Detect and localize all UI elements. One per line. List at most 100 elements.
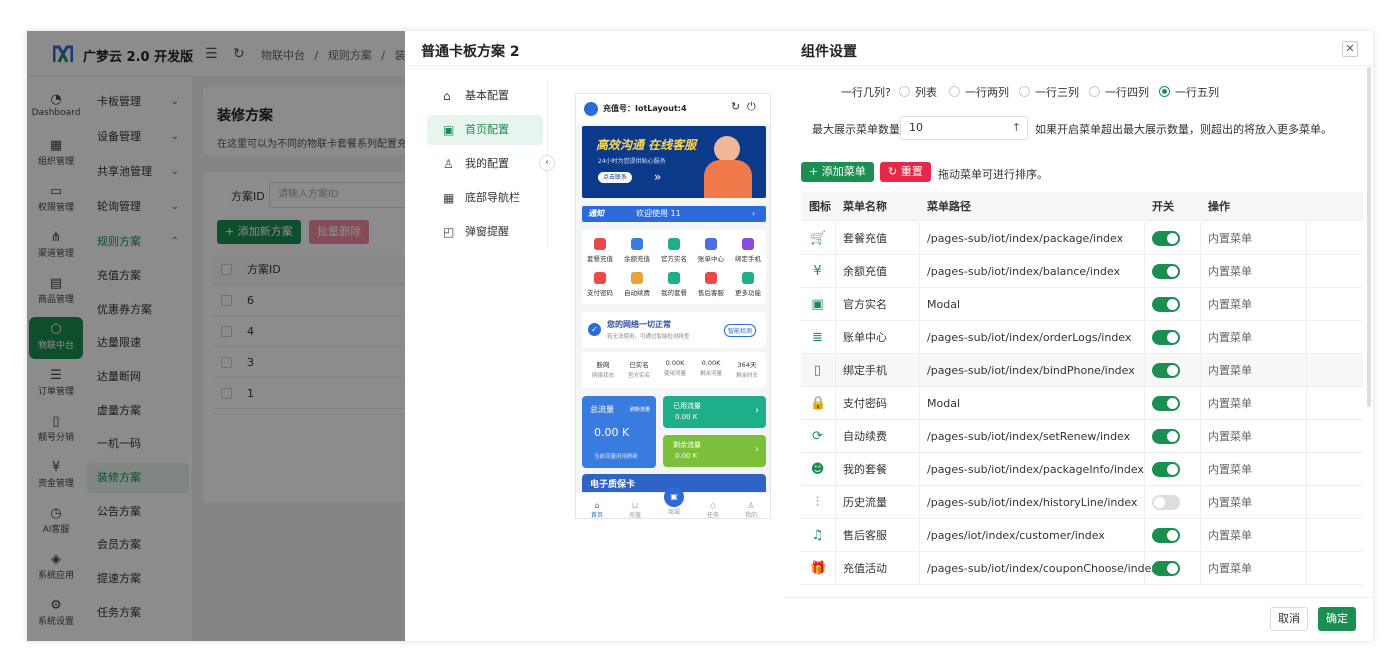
power-icon[interactable]: ⏻	[747, 100, 756, 114]
reset-icon: ↻	[888, 165, 901, 178]
banner-button[interactable]: 点击联系	[598, 172, 633, 183]
grid-label: 我的套餐	[661, 289, 687, 297]
total-flow-card[interactable]: 总流量 刷新流量 0.00 K 当前流量用用刷新	[582, 396, 656, 468]
smart-check-button[interactable]: 智能检测	[724, 324, 757, 337]
chevron-right-icon: ›	[752, 209, 756, 218]
col-divider	[919, 486, 920, 518]
col-divider	[835, 321, 836, 353]
promo-banner[interactable]: 高效沟通 在线客服 24小时为您提供贴心服务 点击联系 »	[582, 126, 766, 198]
menu-toggle-switch[interactable]	[1152, 396, 1180, 411]
network-status-card: ✓ 您的网络一切正常 若无法使用，可通过智能检测排查 智能检测	[582, 312, 766, 348]
package-icon	[594, 238, 606, 250]
grid-item[interactable]: 我的套餐	[656, 272, 692, 297]
radio-list[interactable]: 列表	[899, 84, 937, 100]
col-divider	[1306, 321, 1307, 353]
table-row[interactable]: 🛒 套餐充值/pages-sub/iot/index/package/index 内…	[801, 222, 1363, 255]
grid-item[interactable]: 余额充值	[619, 238, 655, 263]
home-icon: ⌂	[594, 501, 600, 510]
max-menu-input[interactable]: 10 ↑	[900, 116, 1028, 140]
menu-toggle-switch[interactable]	[1152, 561, 1180, 576]
grid-item[interactable]: 官方实名	[656, 238, 692, 263]
col-divider	[919, 321, 920, 353]
radio-four-cols[interactable]: 一行四列	[1089, 84, 1149, 100]
collapse-button[interactable]: ‹	[539, 155, 555, 171]
menu-toggle-switch[interactable]	[1152, 429, 1180, 444]
table-row[interactable]: ⫶ 历史流量/pages-sub/iot/index/historyLine/in…	[801, 486, 1363, 519]
menu-toggle-switch[interactable]	[1152, 462, 1180, 477]
table-row[interactable]: ≣ 账单中心/pages-sub/iot/index/orderLogs/inde…	[801, 321, 1363, 354]
grid-item[interactable]: 账单中心	[693, 238, 729, 263]
menu-name: 售后客服	[843, 529, 887, 542]
grid-item[interactable]: 自动续费	[619, 272, 655, 297]
person-illustration	[714, 136, 740, 162]
menu-op: 内置菜单	[1208, 430, 1252, 443]
table-row[interactable]: ▯ 绑定手机/pages-sub/iot/index/bindPhone/inde…	[801, 354, 1363, 387]
tab-mine[interactable]: ♙ 我的	[736, 501, 766, 518]
col-divider	[1306, 552, 1307, 584]
grid-item[interactable]: 套餐充值	[582, 238, 618, 263]
phone-preview: 充值号：IotLayout:4 ↻ ⏻ 高效沟通 在线客服 24小时为您提供贴心…	[575, 93, 771, 519]
table-row[interactable]: ⟳ 自动续费/pages-sub/iot/index/setRenew/index…	[801, 420, 1363, 453]
col-divider	[1144, 519, 1145, 551]
grid-label: 售后客服	[698, 289, 724, 297]
menu-toggle-switch[interactable]	[1152, 231, 1180, 246]
radio-five-cols[interactable]: 一行五列	[1159, 84, 1219, 100]
nav-popup-config[interactable]: ◰ 弹窗提醒	[427, 217, 543, 247]
tab-home[interactable]: ⌂ 首页	[582, 501, 612, 518]
close-icon[interactable]: ✕	[1342, 41, 1358, 57]
nav-tabbar-config[interactable]: ▦ 底部导航栏	[427, 183, 543, 213]
nav-basic-config[interactable]: ⌂ 基本配置	[427, 81, 543, 111]
col-divider	[1144, 321, 1145, 353]
menu-toggle-switch[interactable]	[1152, 297, 1180, 312]
cart-icon: ⊔	[631, 501, 639, 510]
menu-toggle-switch[interactable]	[1152, 330, 1180, 345]
nav-home-config[interactable]: ▣ 首页配置	[427, 115, 543, 145]
grid-item[interactable]: 售后客服	[693, 272, 729, 297]
tab-mall[interactable]: ▣ 商城	[659, 487, 689, 516]
radio-circle	[899, 86, 910, 97]
app-window: 广梦云 2.0 开发版 ☰ ↻ 物联中台 / 规则方案 / 装修方 ◔Dashb…	[27, 31, 1373, 641]
remaining-flow-label: 剩余流量	[673, 441, 701, 449]
status-subtitle: 若无法使用，可通过智能检测排查	[607, 334, 690, 340]
total-flow-label: 总流量	[590, 405, 614, 414]
task-icon: ◇	[709, 501, 717, 510]
table-row[interactable]: 🎁 充值活动/pages-sub/iot/index/couponChoose/i…	[801, 552, 1363, 585]
stat-value: 断网	[596, 361, 610, 369]
radio-three-cols[interactable]: 一行三列	[1019, 84, 1079, 100]
stat-item: 0.00K 使用流量	[658, 359, 692, 377]
table-row[interactable]: ▣ 官方实名 Modal 内置菜单	[801, 288, 1363, 321]
stat-label: 网络状态	[591, 373, 614, 379]
menu-toggle-switch[interactable]	[1152, 495, 1180, 510]
increment-icon[interactable]: ↑	[1012, 117, 1021, 139]
menu-toggle-switch[interactable]	[1152, 264, 1180, 279]
reset-button[interactable]: ↻ 重置	[880, 162, 931, 182]
menu-toggle-switch[interactable]	[1152, 528, 1180, 543]
grid-item[interactable]: 支付密码	[582, 272, 618, 297]
col-divider	[835, 387, 836, 419]
nav-label: 弹窗提醒	[465, 225, 509, 238]
menu-toggle-switch[interactable]	[1152, 363, 1180, 378]
cancel-button[interactable]: 取消	[1270, 607, 1308, 631]
scrollbar[interactable]	[1367, 67, 1371, 407]
col-divider	[1144, 222, 1145, 254]
refresh-icon[interactable]: ↻	[731, 100, 740, 113]
table-row[interactable]: ¥ 余额充值/pages-sub/iot/index/balance/index 内…	[801, 255, 1363, 288]
tab-recharge[interactable]: ⊔ 充值	[620, 501, 650, 518]
grid-item[interactable]: 更多功能	[730, 272, 766, 297]
remaining-flow-card[interactable]: 剩余流量 0.00 K ›	[663, 435, 766, 467]
used-flow-card[interactable]: 已用流量 0.00 K ›	[663, 396, 766, 428]
welcome-bar[interactable]: 通知 欢迎使用 11 ›	[582, 206, 766, 222]
menu-path: /pages/iot/index/customer/index	[927, 529, 1105, 542]
tab-task[interactable]: ◇ 任务	[698, 501, 728, 518]
confirm-button[interactable]: 确定	[1318, 607, 1356, 631]
col-divider	[1306, 453, 1307, 485]
grid-item[interactable]: 绑定手机	[730, 238, 766, 263]
banner-title: 高效沟通 在线客服	[596, 138, 697, 152]
table-row[interactable]: 🔒 支付密码 Modal 内置菜单	[801, 387, 1363, 420]
stats-card: 断网 网络状态 已实名 官方实名 0.00K 使用流量 0.00K 剩余流量 364天剩…	[582, 352, 766, 388]
add-menu-button[interactable]: + 添加菜单	[801, 162, 874, 182]
nav-mine-config[interactable]: ♙ 我的配置	[427, 149, 543, 179]
radio-two-cols[interactable]: 一行两列	[949, 84, 1009, 100]
table-row[interactable]: ☻ 我的套餐/pages-sub/iot/index/packageInfo/in…	[801, 453, 1363, 486]
table-row[interactable]: ♫ 售后客服/pages/iot/index/customer/index 内置菜单	[801, 519, 1363, 552]
